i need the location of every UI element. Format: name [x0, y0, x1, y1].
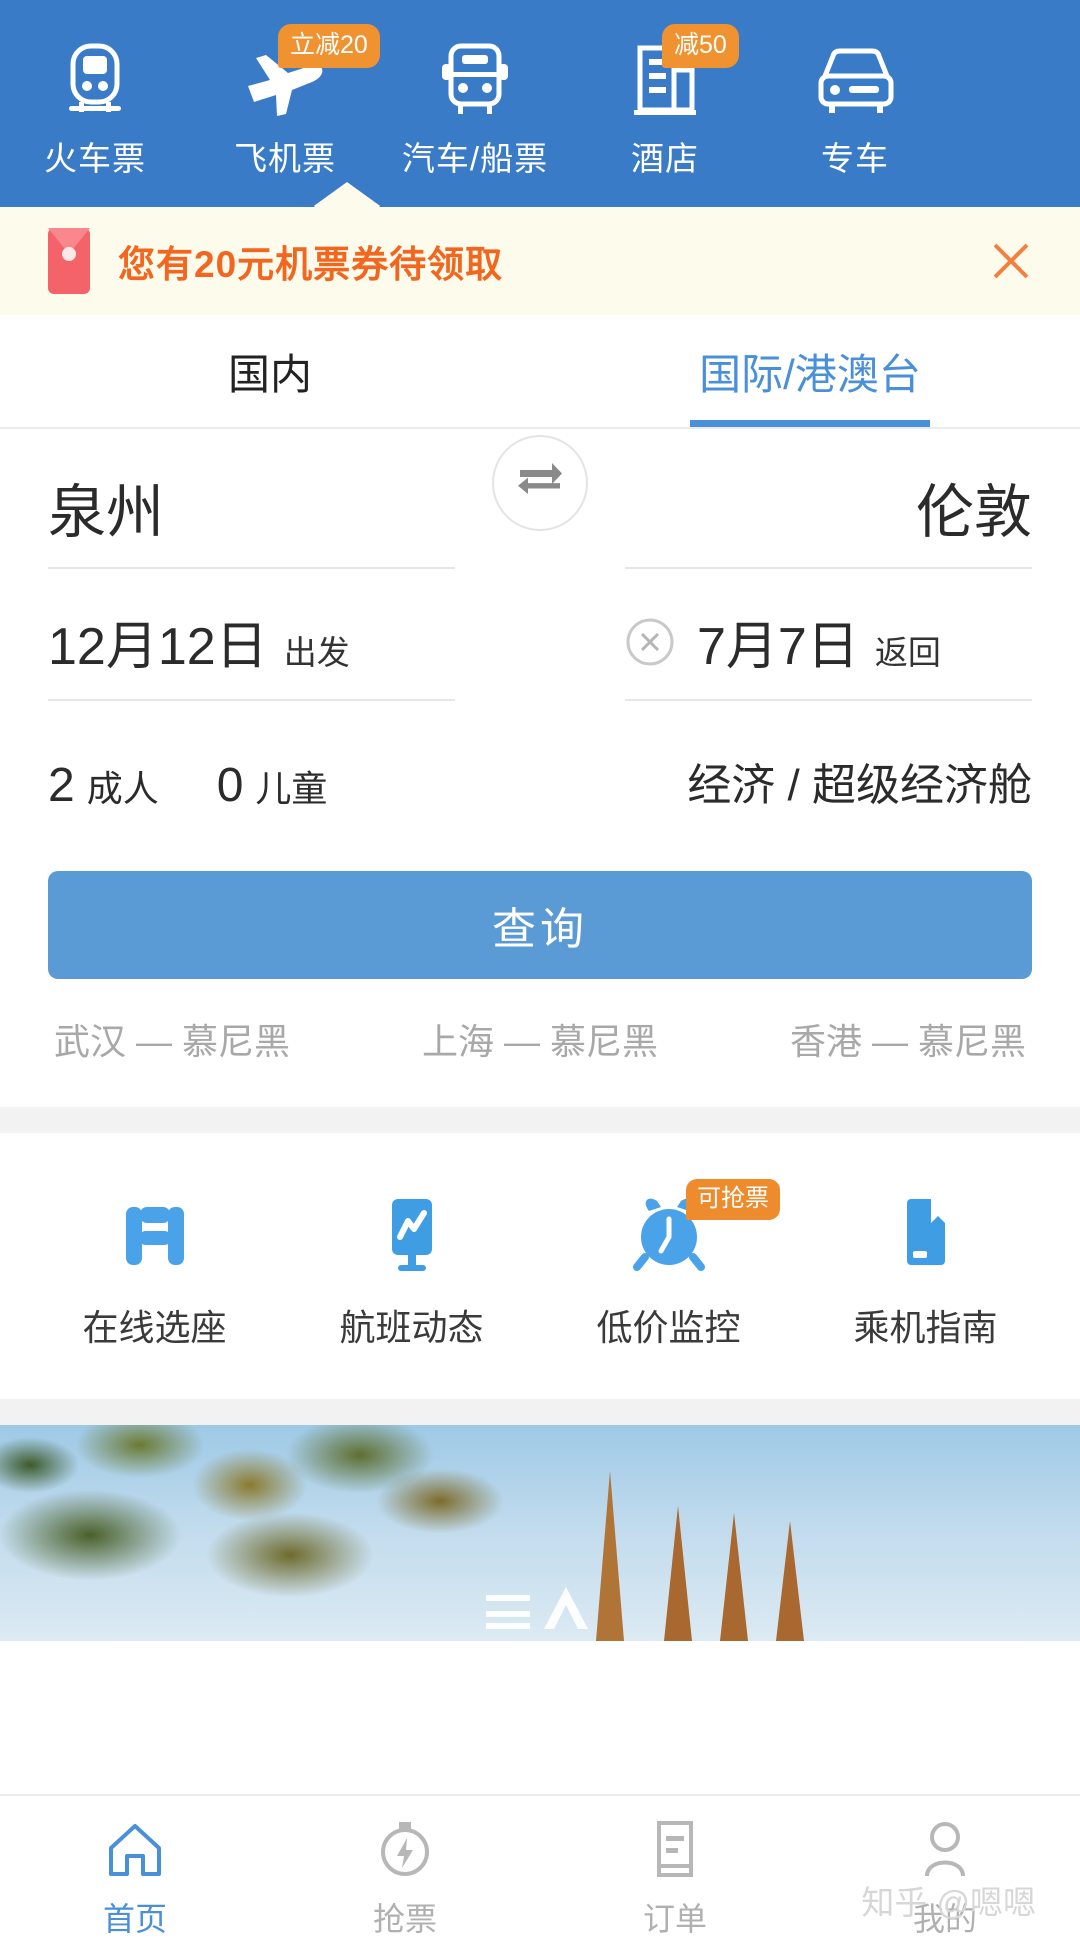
- guide-book-icon: [895, 1193, 957, 1275]
- tabbar-label: 首页: [102, 1901, 167, 1937]
- coupon-text: 您有20元机票券待领取: [118, 244, 504, 285]
- topnav-item-bus-ferry[interactable]: 汽车/船票: [380, 42, 570, 180]
- topnav-item-train[interactable]: 火车票: [0, 42, 190, 180]
- banner-divider: [0, 1399, 1080, 1425]
- order-list-icon: [644, 1816, 706, 1882]
- promo-photo-banner[interactable]: [0, 1425, 1080, 1641]
- search-button[interactable]: 查询: [48, 871, 1032, 979]
- adults-label: 成人: [86, 768, 159, 809]
- cabin-class-field[interactable]: 经济 / 超级经济舱: [625, 749, 1032, 829]
- popular-routes: 武汉 — 慕尼黑 上海 — 慕尼黑 香港 — 慕尼黑: [48, 979, 1032, 1065]
- active-tab-notch: [311, 182, 383, 207]
- car-icon: [815, 42, 895, 120]
- topnav-badge-hotel: 减50: [662, 24, 739, 68]
- return-date-label: 返回: [874, 634, 941, 671]
- home-icon: [104, 1816, 166, 1882]
- feature-label: 乘机指南: [853, 1307, 998, 1348]
- feature-badge-price-monitor: 可抢票: [686, 1179, 780, 1220]
- bus-icon: [438, 42, 512, 120]
- red-envelope-icon: [48, 228, 90, 294]
- topnav-label: 酒店: [631, 140, 699, 177]
- tabbar-item-grab-ticket[interactable]: 抢票: [270, 1796, 540, 1958]
- tab-domestic[interactable]: 国内: [0, 315, 540, 427]
- banner-temple-spire: [776, 1521, 804, 1641]
- topnav-badge-flight: 立减20: [278, 24, 380, 68]
- to-city-field[interactable]: 伦敦: [625, 465, 1032, 569]
- section-divider: [0, 1107, 1080, 1133]
- route-shortcut[interactable]: 上海 — 慕尼黑: [422, 1013, 658, 1065]
- stopwatch-bolt-icon: [374, 1816, 436, 1882]
- banner-temple-spire: [664, 1506, 692, 1641]
- person-icon: [914, 1816, 976, 1882]
- tab-international[interactable]: 国际/港澳台: [540, 315, 1080, 427]
- coupon-banner[interactable]: 您有20元机票券待领取: [0, 207, 1080, 315]
- banner-logo: [480, 1573, 600, 1633]
- close-icon[interactable]: [982, 232, 1040, 290]
- app-screen: 火车票 立减20 飞机票 汽车/船票 减50 酒店 专车 您有20元机票券待领取…: [0, 0, 1080, 1958]
- feature-label: 低价监控: [596, 1307, 741, 1348]
- trip-scope-tabs: 国内 国际/港澳台: [0, 315, 1080, 429]
- children-count: 0: [216, 759, 244, 812]
- adults-count: 2: [48, 759, 75, 812]
- seat-icon: [118, 1193, 192, 1275]
- banner-temple-spire: [720, 1513, 748, 1641]
- topnav-item-flight[interactable]: 立减20 飞机票: [190, 24, 380, 180]
- return-date-field[interactable]: 7月7日 返回: [625, 604, 1032, 701]
- quick-features: 在线选座 航班动态 可抢票 低价监控 乘机指南: [0, 1133, 1080, 1399]
- tabbar-label: 我的: [912, 1901, 977, 1937]
- swap-cities-button[interactable]: [492, 435, 588, 531]
- topnav-label: 汽车/船票: [401, 140, 549, 177]
- passenger-count-field[interactable]: 2 成人 0 儿童: [48, 758, 455, 829]
- passenger-row: 2 成人 0 儿童 经济 / 超级经济舱: [48, 701, 1032, 829]
- city-row: 泉州 伦敦: [48, 429, 1032, 569]
- tabbar-label: 抢票: [372, 1901, 437, 1937]
- cabin-class-value: 经济 / 超级经济舱: [687, 761, 1032, 810]
- topnav-item-hotel[interactable]: 减50 酒店: [570, 24, 760, 180]
- train-icon: [59, 42, 131, 120]
- flight-search-form: 泉州 伦敦 12月12日 出发 7月7日 返回 2 成人 0 儿童 经济 / 超…: [0, 429, 1080, 1065]
- topnav-label: 飞机票: [234, 140, 336, 177]
- depart-date-field[interactable]: 12月12日 出发: [48, 604, 455, 701]
- route-shortcut[interactable]: 武汉 — 慕尼黑: [54, 1013, 290, 1065]
- tabbar-item-orders[interactable]: 订单: [540, 1796, 810, 1958]
- feature-flight-status[interactable]: 航班动态: [283, 1193, 540, 1351]
- flight-status-monitor-icon: [378, 1193, 446, 1275]
- top-category-nav: 火车票 立减20 飞机票 汽车/船票 减50 酒店 专车: [0, 0, 1080, 207]
- feature-online-seat-selection[interactable]: 在线选座: [26, 1193, 283, 1351]
- feature-label: 在线选座: [82, 1307, 227, 1348]
- topnav-item-car[interactable]: 专车: [760, 42, 950, 180]
- route-shortcut[interactable]: 香港 — 慕尼黑: [790, 1013, 1026, 1065]
- tabbar-label: 订单: [642, 1901, 707, 1937]
- tabbar-item-profile[interactable]: 我的: [810, 1796, 1080, 1958]
- feature-travel-guide[interactable]: 乘机指南: [797, 1193, 1054, 1351]
- topnav-label: 专车: [821, 140, 889, 177]
- swap-arrows-icon: [516, 461, 564, 506]
- feature-price-monitor[interactable]: 可抢票 低价监控: [540, 1179, 797, 1351]
- feature-label: 航班动态: [339, 1307, 484, 1348]
- clear-circle-icon[interactable]: [625, 617, 675, 667]
- bottom-tab-bar: 首页 抢票 订单 我的: [0, 1794, 1080, 1958]
- banner-temple-spire: [596, 1471, 624, 1641]
- depart-date-value: 12月12日: [48, 618, 268, 676]
- date-row: 12月12日 出发 7月7日 返回: [48, 569, 1032, 701]
- depart-date-label: 出发: [283, 634, 350, 671]
- from-city-field[interactable]: 泉州: [48, 465, 455, 569]
- tabbar-item-home[interactable]: 首页: [0, 1796, 270, 1958]
- topnav-label: 火车票: [44, 140, 146, 177]
- children-label: 儿童: [255, 768, 328, 809]
- return-date-value: 7月7日: [697, 618, 859, 676]
- banner-foliage: [0, 1425, 530, 1641]
